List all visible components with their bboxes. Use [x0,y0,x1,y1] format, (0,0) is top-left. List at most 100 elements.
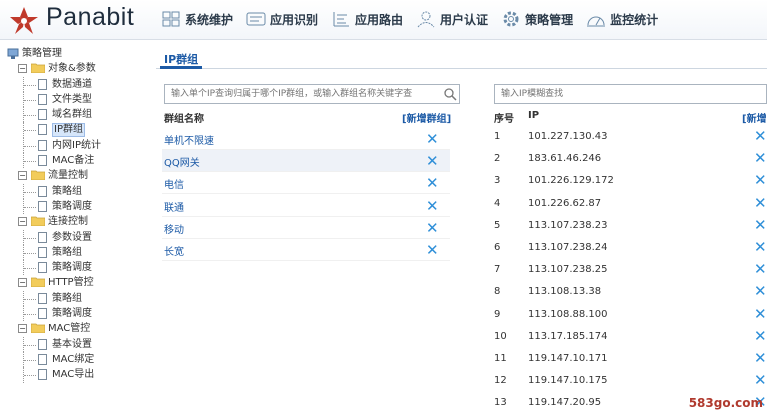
group-search-input[interactable] [164,84,460,104]
tree-connector [23,351,24,368]
tree-item-label: 文件类型 [52,93,92,105]
tree-item[interactable]: 策略组 [0,244,150,261]
nav-app-routing[interactable]: 应用路由 [330,8,403,30]
add-group-link[interactable]: [新增群组] [402,110,451,125]
top-header: Panabit 系统维护 应用识别 应用路由 用户认证 策略管理 监控统计 [0,0,767,40]
tree-item[interactable]: 策略组 [0,290,150,307]
tree-root[interactable]: 策略管理 [0,46,150,61]
group-name[interactable]: 移动 [164,221,184,236]
ip-index: 4 [494,197,501,209]
delete-group-icon[interactable]: ✕ [426,176,439,191]
tree-connector [23,198,24,215]
search-icon[interactable] [443,87,457,101]
tab-ip-group[interactable]: IP群组 [164,51,198,67]
nav-monitor-stats[interactable]: 监控统计 [585,8,658,30]
ip-row: 3 101.226.129.172 ✕ [492,170,767,192]
tree-folder-label: 对象&参数 [48,63,96,75]
tree-folder[interactable]: − 连接控制 [0,214,150,229]
ip-address: 101.227.130.43 [528,131,608,142]
delete-ip-icon[interactable]: ✕ [754,262,767,277]
tree-connector [23,290,24,307]
nav-label: 策略管理 [525,12,574,27]
tree-item[interactable]: MAC导出 [0,367,150,383]
delete-ip-icon[interactable]: ✕ [754,129,767,144]
group-row[interactable]: 长宽 ✕ [162,239,450,261]
tree-connector [24,252,36,254]
tree-item[interactable]: 数据通道 [0,76,150,92]
folder-icon [31,278,45,288]
group-row[interactable]: 联通 ✕ [162,195,450,217]
delete-ip-icon[interactable]: ✕ [754,328,767,343]
delete-ip-icon[interactable]: ✕ [754,217,767,232]
group-row[interactable]: QQ网关 ✕ [162,150,450,173]
tree-folder[interactable]: − 对象&参数 [0,61,150,76]
page-icon [38,338,47,350]
add-ip-link[interactable]: [新增 [742,110,767,125]
collapse-icon[interactable]: − [18,217,27,227]
tree-folder[interactable]: − 流量控制 [0,168,150,183]
group-name[interactable]: 联通 [164,199,184,214]
delete-ip-icon[interactable]: ✕ [754,306,767,321]
page-icon [38,139,47,151]
group-name[interactable]: 单机不限速 [164,132,214,147]
ip-row: 11 119.147.10.171 ✕ [492,348,767,370]
tree-item[interactable]: 策略调度 [0,260,150,276]
tree-connector [23,336,24,352]
delete-ip-icon[interactable]: ✕ [754,351,767,366]
tree-item[interactable]: 内网IP统计 [0,137,150,154]
group-name[interactable]: 长宽 [164,243,184,258]
tree-folder[interactable]: − MAC管控 [0,321,150,336]
collapse-icon[interactable]: − [18,171,27,181]
tree-folder-label: 连接控制 [48,216,88,228]
tree-item[interactable]: 基本设置 [0,336,150,352]
delete-ip-icon[interactable]: ✕ [754,151,767,166]
group-row[interactable]: 单机不限速 ✕ [162,128,450,150]
tree-item-label: IP群组 [52,123,85,138]
group-row[interactable]: 移动 ✕ [162,217,450,239]
tree-item[interactable]: IP群组 [0,122,150,138]
tree-item[interactable]: 策略调度 [0,306,150,322]
ip-index-header: 序号 [494,114,514,125]
tree-item[interactable]: 参数设置 [0,229,150,245]
tree-connector [24,130,36,132]
delete-group-icon[interactable]: ✕ [426,243,439,258]
delete-group-icon[interactable]: ✕ [426,154,439,169]
page-icon [38,109,47,121]
nav-user-auth[interactable]: 用户认证 [415,8,488,30]
nav-policy-management[interactable]: 策略管理 [500,8,573,30]
ip-search-input[interactable] [494,84,767,104]
nav-system-maintenance[interactable]: 系统维护 [160,8,233,30]
delete-ip-icon[interactable]: ✕ [754,240,767,255]
tree-item[interactable]: MAC备注 [0,153,150,169]
tree-folder[interactable]: − HTTP管控 [0,275,150,290]
tree-item[interactable]: 文件类型 [0,91,150,108]
delete-group-icon[interactable]: ✕ [426,198,439,213]
collapse-icon[interactable]: − [18,324,27,334]
delete-group-icon[interactable]: ✕ [426,220,439,235]
page-icon [38,231,47,243]
nav-app-recognition[interactable]: 应用识别 [245,8,318,30]
tree-folder-label: 流量控制 [48,170,88,182]
sidebar-tree: 策略管理 − 对象&参数 数据通道 文件类型域名群组 IP群组 内网IP统计 MAC备注 − 流… [0,46,150,414]
group-name[interactable]: 电信 [164,176,184,191]
collapse-icon[interactable]: − [18,278,27,288]
tree-item[interactable]: 策略组 [0,183,150,199]
delete-ip-icon[interactable]: ✕ [754,195,767,210]
ip-index: 11 [494,353,507,364]
tree-item[interactable]: 域名群组 [0,107,150,123]
delete-ip-icon[interactable]: ✕ [754,173,767,188]
delete-group-icon[interactable]: ✕ [426,132,439,147]
policy-gear-icon [503,11,519,27]
delete-ip-icon[interactable]: ✕ [754,373,767,388]
delete-ip-icon[interactable]: ✕ [754,284,767,299]
tab-divider [156,68,767,69]
tree-item[interactable]: MAC绑定 [0,351,150,368]
collapse-icon[interactable]: − [18,64,27,74]
group-name[interactable]: QQ网关 [164,154,200,169]
group-row[interactable]: 电信 ✕ [162,172,450,195]
tree-item[interactable]: 策略调度 [0,198,150,215]
tree-connector [24,314,36,316]
ip-address: 113.108.88.100 [528,308,608,320]
tree-connector [24,268,36,270]
ip-index: 5 [494,219,501,231]
